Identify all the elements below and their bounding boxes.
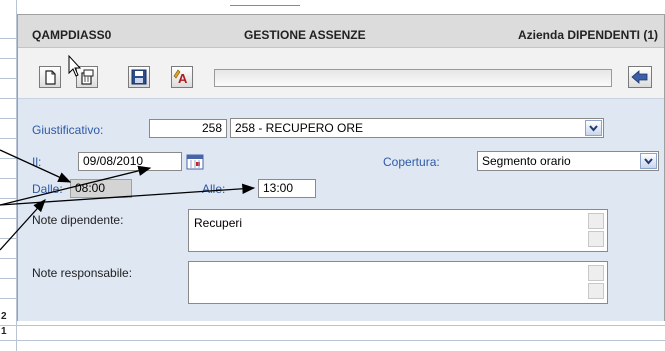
dalle-input[interactable]: 08:00 [70, 179, 132, 198]
window-title: GESTIONE ASSENZE [244, 28, 366, 42]
copertura-select[interactable]: Segmento orario [477, 151, 659, 171]
alle-label: Alle: [202, 182, 226, 196]
scrollbar[interactable] [588, 213, 604, 247]
row-line [0, 298, 16, 299]
dalle-label: Dalle: [32, 182, 63, 196]
top-grid-line [230, 5, 300, 6]
copertura-label: Copertura: [383, 155, 440, 169]
note-responsabile-label: Note responsabile: [32, 266, 133, 280]
row-line [0, 78, 16, 79]
absence-management-dialog: QAMPDIASS0 GESTIONE ASSENZE Azienda DIPE… [17, 14, 665, 321]
scroll-down-button[interactable] [588, 231, 604, 247]
dropdown-button[interactable] [585, 120, 602, 136]
copertura-selected-value: Segmento orario [482, 154, 571, 168]
spell-check-icon: A [173, 69, 188, 86]
date-label: Il: [32, 155, 42, 169]
row-line [0, 218, 16, 219]
row-number: 2 [1, 311, 7, 322]
row-line [0, 278, 16, 279]
row-line [0, 118, 16, 119]
row-line [0, 38, 16, 39]
scroll-down-button[interactable] [588, 283, 604, 299]
save-button[interactable] [128, 66, 150, 88]
row-line [0, 258, 16, 259]
calendar-button[interactable] [186, 154, 204, 170]
row-line [0, 138, 16, 139]
note-dipendente-text: Recuperi [194, 216, 243, 230]
new-button[interactable] [39, 66, 61, 88]
note-responsabile-textarea[interactable] [188, 261, 608, 304]
scrollbar[interactable] [588, 265, 604, 299]
program-code: QAMPDIASS0 [32, 28, 112, 42]
company-name: Azienda DIPENDENTI (1) [517, 28, 658, 42]
giustificativo-select[interactable]: 258 - RECUPERO ORE [230, 118, 604, 138]
spell-check-button[interactable]: A [171, 66, 193, 88]
back-arrow-icon [631, 70, 648, 84]
scroll-up-button[interactable] [588, 213, 604, 229]
back-button[interactable] [628, 66, 652, 88]
scroll-up-button[interactable] [588, 265, 604, 281]
row-line [0, 178, 16, 179]
status-field [214, 69, 612, 87]
calendar-icon [186, 154, 204, 170]
delete-document-icon [81, 69, 94, 85]
save-icon [131, 69, 147, 85]
giustificativo-selected-value: 258 - RECUPERO ORE [235, 121, 364, 135]
chevron-down-icon [644, 158, 653, 165]
row-line [0, 98, 16, 99]
giustificativo-code-input[interactable]: 258 [149, 119, 227, 138]
bottom-grid-line [0, 340, 665, 341]
row-line [0, 198, 16, 199]
note-dipendente-label: Note dipendente: [32, 213, 124, 227]
note-dipendente-textarea[interactable]: Recuperi [188, 209, 608, 252]
delete-button[interactable] [76, 66, 98, 88]
alle-input[interactable]: 13:00 [258, 179, 316, 198]
dropdown-button[interactable] [640, 153, 657, 169]
date-input[interactable]: 09/08/2010 [78, 152, 182, 171]
absence-form: Giustificativo: 258 258 - RECUPERO ORE I… [18, 98, 664, 321]
title-bar: QAMPDIASS0 GESTIONE ASSENZE Azienda DIPE… [18, 15, 664, 48]
row-line [0, 238, 16, 239]
bottom-grid-line [0, 325, 665, 326]
toolbar: A [18, 48, 664, 97]
row-line [0, 58, 16, 59]
row-number: 1 [1, 326, 7, 337]
row-line [0, 158, 16, 159]
new-document-icon [45, 70, 56, 85]
chevron-down-icon [589, 125, 598, 132]
giustificativo-label: Giustificativo: [32, 123, 104, 137]
